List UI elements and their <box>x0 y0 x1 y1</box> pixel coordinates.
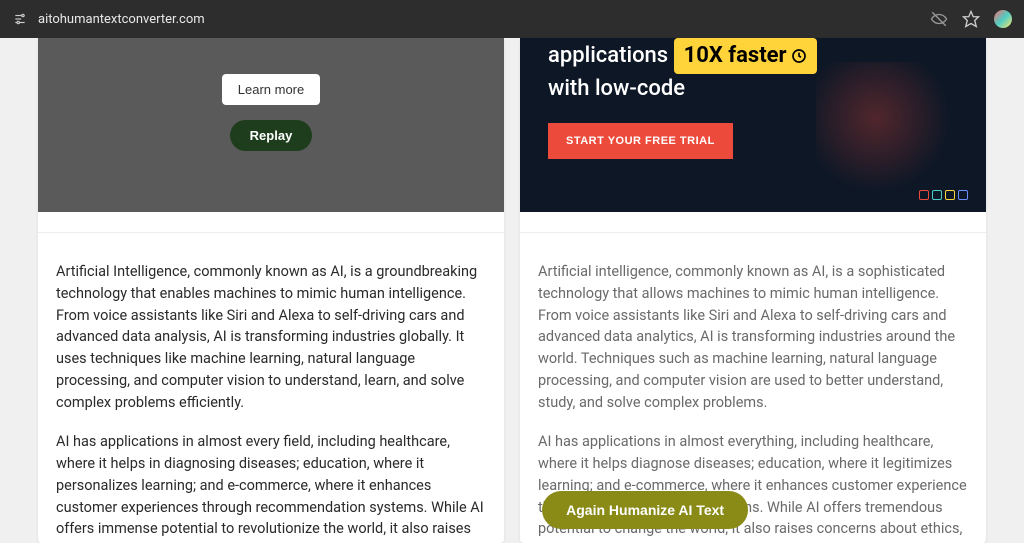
left-ad-banner: ot Learn more Replay <box>38 38 504 212</box>
humanized-text-panel: applications 10X faster with low-code ST… <box>520 38 986 543</box>
runner-graphic <box>816 62 966 202</box>
url-area[interactable]: aitohumantextconverter.com <box>12 11 920 27</box>
site-settings-icon[interactable] <box>12 11 28 27</box>
original-text-area[interactable]: Artificial Intelligence, commonly known … <box>38 232 504 543</box>
browser-actions <box>930 10 1012 28</box>
profile-icon[interactable] <box>994 10 1012 28</box>
browser-address-bar: aitohumantextconverter.com <box>0 0 1024 38</box>
humanized-paragraph-1: Artificial intelligence, commonly known … <box>538 261 972 413</box>
ad-highlight: 10X faster <box>674 38 817 74</box>
start-trial-button[interactable]: START YOUR FREE TRIAL <box>548 123 733 159</box>
content-area: ot Learn more Replay Artificial Intellig… <box>0 38 1024 543</box>
humanize-again-button[interactable]: Again Humanize AI Text <box>542 491 748 529</box>
replay-button[interactable]: Replay <box>230 120 313 151</box>
original-text-content: Artificial Intelligence, commonly known … <box>56 261 490 543</box>
url-text: aitohumantextconverter.com <box>38 12 205 27</box>
original-paragraph-2: AI has applications in almost every fiel… <box>56 431 490 543</box>
brand-dots-icon <box>919 190 968 200</box>
ad-line1: applications <box>548 43 668 68</box>
incognito-icon[interactable] <box>930 10 948 28</box>
learn-more-button[interactable]: Learn more <box>222 74 320 105</box>
original-text-panel: ot Learn more Replay Artificial Intellig… <box>38 38 504 543</box>
right-ad-banner: applications 10X faster with low-code ST… <box>520 38 986 212</box>
original-paragraph-1: Artificial Intelligence, commonly known … <box>56 261 490 413</box>
bookmark-star-icon[interactable] <box>962 10 980 28</box>
ad-line2: with low-code <box>548 76 685 101</box>
